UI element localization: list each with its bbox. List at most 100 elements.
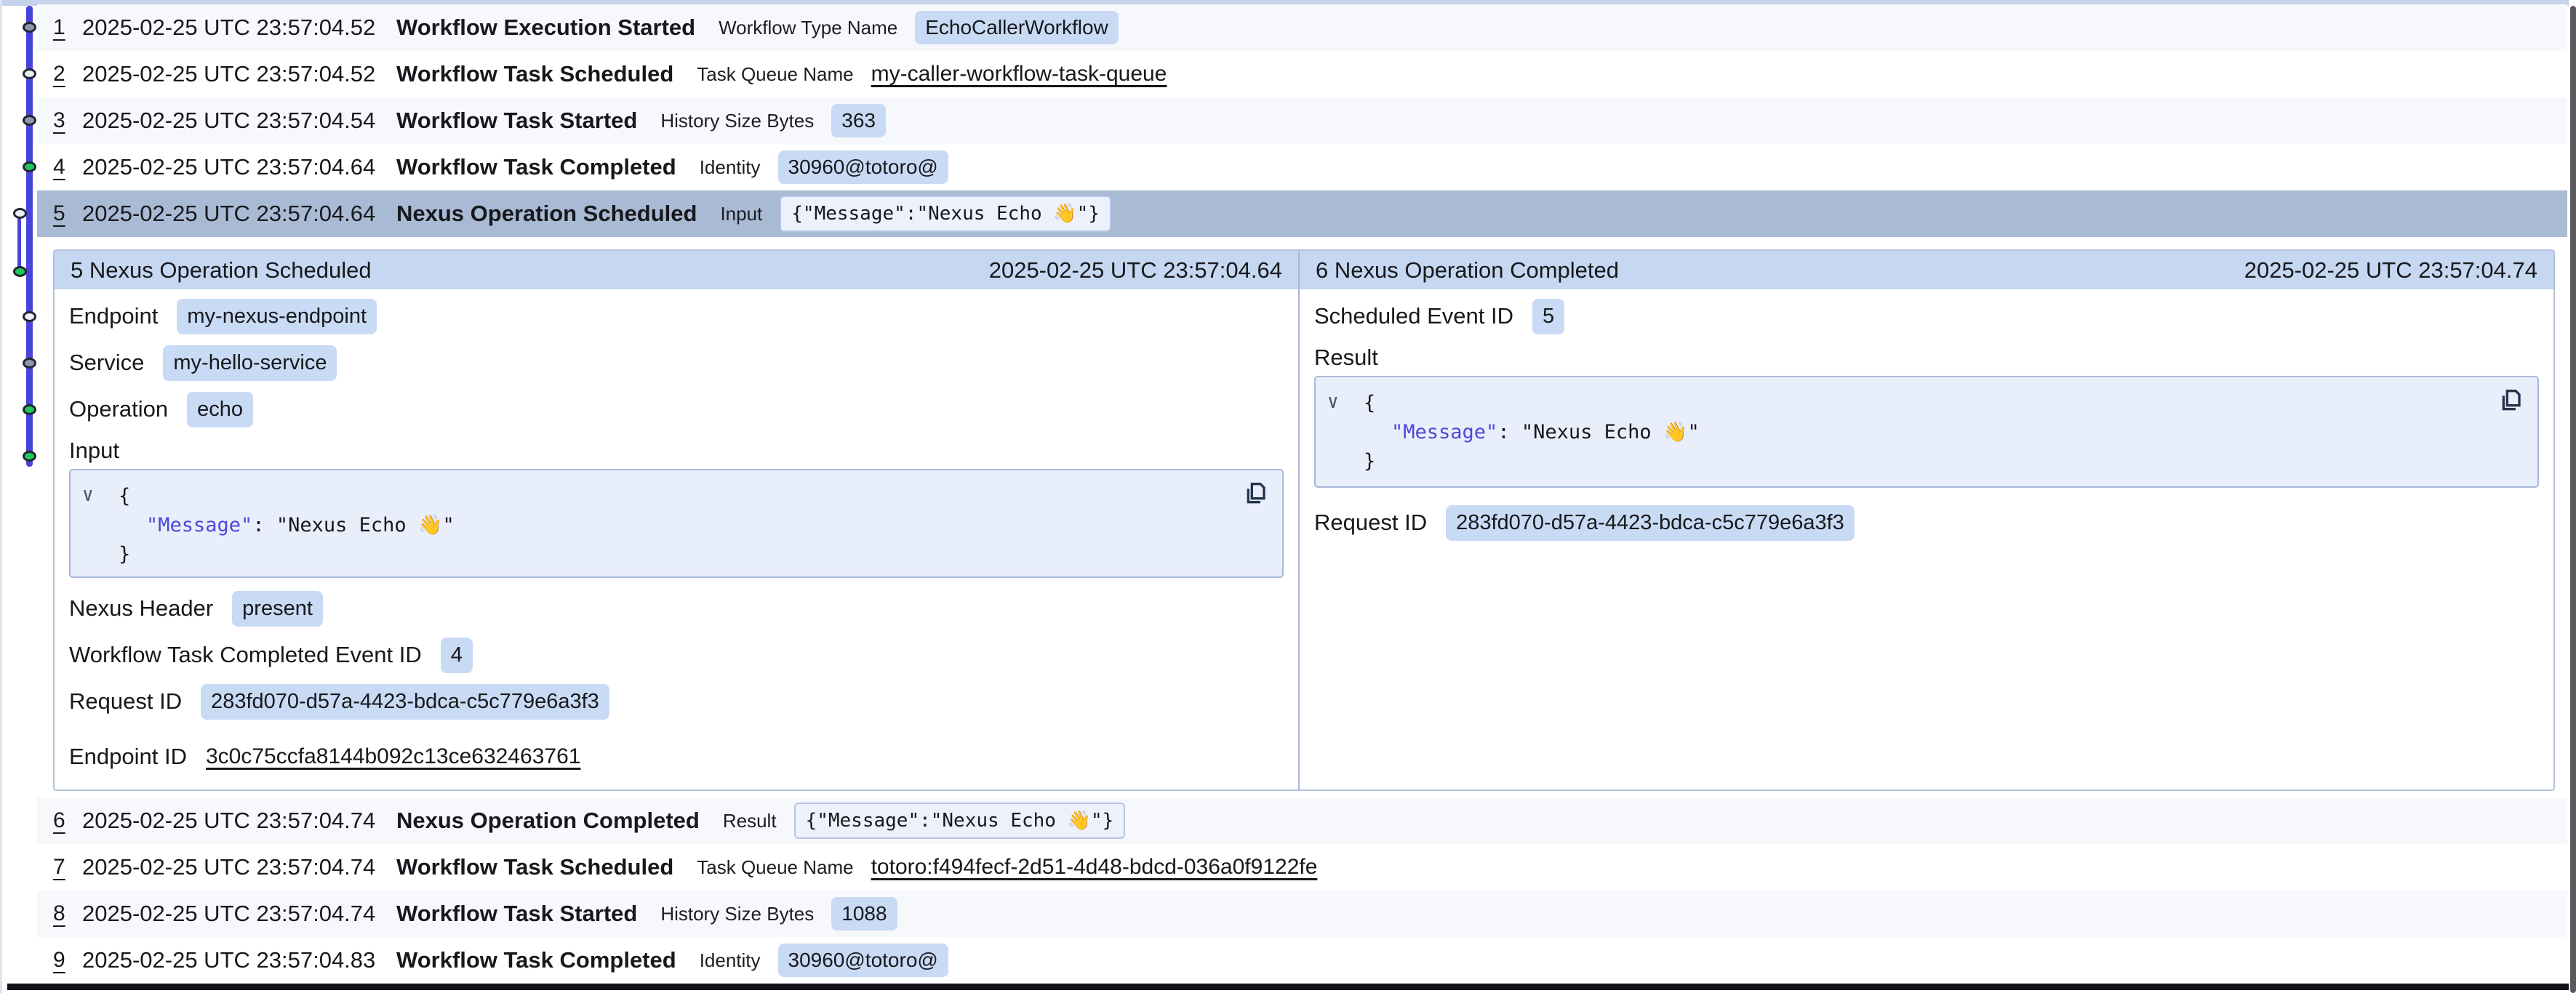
chevron-down-icon[interactable]: ∨ xyxy=(82,481,94,510)
event-name: Workflow Task Completed xyxy=(396,154,676,180)
json-line: "Message": "Nexus Echo 👋" xyxy=(85,511,1268,540)
event-row-7[interactable]: 7 2025-02-25 UTC 23:57:04.74 Workflow Ta… xyxy=(37,844,2567,891)
json-key: "Message" xyxy=(146,514,252,536)
event-name: Nexus Operation Scheduled xyxy=(396,201,697,227)
event-row-5-selected[interactable]: 5 2025-02-25 UTC 23:57:04.64 Nexus Opera… xyxy=(37,190,2567,237)
event-name: Workflow Task Started xyxy=(396,901,637,927)
json-open-brace: { xyxy=(1330,389,2523,418)
event-id-link[interactable]: 2 xyxy=(53,62,82,87)
timeline-dot-event-6 xyxy=(13,266,27,277)
event-id-link[interactable]: 9 xyxy=(53,948,82,973)
endpoint-chip: my-nexus-endpoint xyxy=(177,299,377,334)
event-row-4[interactable]: 4 2025-02-25 UTC 23:57:04.64 Workflow Ta… xyxy=(37,144,2567,190)
event-id-link[interactable]: 8 xyxy=(53,901,82,926)
input-json-chip: {"Message":"Nexus Echo 👋"} xyxy=(780,196,1111,232)
event-timestamp: 2025-02-25 UTC 23:57:04.83 xyxy=(82,947,396,973)
event-id-link[interactable]: 7 xyxy=(53,855,82,880)
field-label: Endpoint ID xyxy=(69,744,187,770)
event-history-list-continued: 6 2025-02-25 UTC 23:57:04.74 Nexus Opera… xyxy=(37,797,2567,984)
timeline-dot-event-2 xyxy=(23,68,36,79)
panel-title: 6 Nexus Operation Completed xyxy=(1316,257,1619,284)
json-line: "Message": "Nexus Echo 👋" xyxy=(1330,418,2523,447)
field-label: Service xyxy=(69,350,144,376)
panel-timestamp: 2025-02-25 UTC 23:57:04.64 xyxy=(989,257,1282,284)
event-timestamp: 2025-02-25 UTC 23:57:04.52 xyxy=(82,15,396,41)
chevron-down-icon[interactable]: ∨ xyxy=(1327,387,1339,417)
operation-chip: echo xyxy=(187,392,253,427)
attr-label: Workflow Type Name xyxy=(719,17,897,39)
attr-label: History Size Bytes xyxy=(660,110,814,132)
event-id-link[interactable]: 1 xyxy=(53,15,82,40)
field-label: Endpoint xyxy=(69,303,158,329)
result-json-chip: {"Message":"Nexus Echo 👋"} xyxy=(794,803,1126,839)
attr-label: Identity xyxy=(700,949,761,972)
timeline-dot-event-7 xyxy=(23,311,36,322)
json-value: "Nexus Echo 👋" xyxy=(276,514,455,536)
input-label: Input xyxy=(69,433,1284,469)
field-label: Request ID xyxy=(69,688,182,715)
nexus-scheduled-panel: 5 Nexus Operation Scheduled 2025-02-25 U… xyxy=(55,251,1300,789)
copy-icon[interactable] xyxy=(1239,479,1268,510)
attr-label: Task Queue Name xyxy=(697,856,853,879)
result-label: Result xyxy=(1314,339,2539,376)
json-key: "Message" xyxy=(1391,421,1497,443)
history-size-chip: 1088 xyxy=(831,897,897,930)
panel-header[interactable]: 5 Nexus Operation Scheduled 2025-02-25 U… xyxy=(55,251,1298,289)
input-json-block: ∨ { "Message": "Nexus Echo 👋" } xyxy=(69,469,1284,578)
event-timestamp: 2025-02-25 UTC 23:57:04.52 xyxy=(82,61,396,87)
nexus-header-chip: present xyxy=(232,591,323,627)
copy-icon[interactable] xyxy=(2494,386,2523,417)
event-row-3[interactable]: 3 2025-02-25 UTC 23:57:04.54 Workflow Ta… xyxy=(37,97,2567,144)
vertical-scrollbar[interactable] xyxy=(2570,6,2576,993)
result-json-block: ∨ { "Message": "Nexus Echo 👋" } xyxy=(1314,376,2539,488)
section-divider-bar xyxy=(7,984,2569,990)
event-id-link[interactable]: 4 xyxy=(53,155,82,180)
event-name: Nexus Operation Completed xyxy=(396,808,700,834)
event-timestamp: 2025-02-25 UTC 23:57:04.64 xyxy=(82,201,396,227)
task-queue-link[interactable]: my-caller-workflow-task-queue xyxy=(871,62,1167,87)
panel-title: 5 Nexus Operation Scheduled xyxy=(71,257,372,284)
timeline-dot-event-9 xyxy=(23,404,36,415)
task-queue-link[interactable]: totoro:f494fecf-2d51-4d48-bdcd-036a0f912… xyxy=(871,855,1318,880)
event-id-link[interactable]: 5 xyxy=(53,201,82,226)
nexus-completed-panel: 6 Nexus Operation Completed 2025-02-25 U… xyxy=(1300,251,2553,789)
timeline-dot-event-4 xyxy=(23,161,36,172)
attr-label: Result xyxy=(723,810,777,832)
event-id-link[interactable]: 6 xyxy=(53,808,82,833)
json-close-brace: } xyxy=(85,540,1268,569)
event-timestamp: 2025-02-25 UTC 23:57:04.54 xyxy=(82,108,396,134)
request-id-chip: 283fd070-d57a-4423-bdca-c5c779e6a3f3 xyxy=(1446,505,1855,541)
timeline-dot-event-3 xyxy=(23,115,36,126)
timeline-dot-event-5 xyxy=(13,208,27,219)
attr-label: Task Queue Name xyxy=(697,63,853,86)
event-row-6[interactable]: 6 2025-02-25 UTC 23:57:04.74 Nexus Opera… xyxy=(37,797,2567,844)
history-size-chip: 363 xyxy=(831,104,886,137)
event-row-2[interactable]: 2 2025-02-25 UTC 23:57:04.52 Workflow Ta… xyxy=(37,51,2567,97)
event-name: Workflow Execution Started xyxy=(396,15,695,41)
timeline-dot-event-10 xyxy=(23,451,36,462)
event-row-1[interactable]: 1 2025-02-25 UTC 23:57:04.52 Workflow Ex… xyxy=(37,4,2567,51)
event-row-9[interactable]: 9 2025-02-25 UTC 23:57:04.83 Workflow Ta… xyxy=(37,937,2567,984)
endpoint-id-link[interactable]: 3c0c75ccfa8144b092c13ce632463761 xyxy=(206,744,580,769)
event-timestamp: 2025-02-25 UTC 23:57:04.74 xyxy=(82,854,396,880)
wtc-event-id-chip: 4 xyxy=(441,638,473,673)
json-value: "Nexus Echo 👋" xyxy=(1521,421,1700,443)
panel-body: Endpoint my-nexus-endpoint Service my-he… xyxy=(55,289,1298,780)
event-timestamp: 2025-02-25 UTC 23:57:04.74 xyxy=(82,808,396,834)
field-label: Nexus Header xyxy=(69,595,213,622)
event-name: Workflow Task Scheduled xyxy=(396,854,673,880)
panel-body: Scheduled Event ID 5 Result ∨ { "Message… xyxy=(1300,289,2553,546)
json-open-brace: { xyxy=(85,482,1268,511)
event-id-link[interactable]: 3 xyxy=(53,108,82,133)
event-row-8[interactable]: 8 2025-02-25 UTC 23:57:04.74 Workflow Ta… xyxy=(37,891,2567,937)
identity-chip: 30960@totoro@ xyxy=(778,944,948,977)
timeline-dot-event-8 xyxy=(23,358,36,369)
panel-header[interactable]: 6 Nexus Operation Completed 2025-02-25 U… xyxy=(1300,251,2553,289)
identity-chip: 30960@totoro@ xyxy=(778,150,948,184)
field-label: Request ID xyxy=(1314,510,1427,536)
panel-timestamp: 2025-02-25 UTC 23:57:04.74 xyxy=(2244,257,2537,284)
attr-label: History Size Bytes xyxy=(660,903,814,925)
event-history-list: 1 2025-02-25 UTC 23:57:04.52 Workflow Ex… xyxy=(37,4,2567,237)
field-label: Operation xyxy=(69,396,168,422)
event-detail-panels: 5 Nexus Operation Scheduled 2025-02-25 U… xyxy=(53,249,2555,791)
